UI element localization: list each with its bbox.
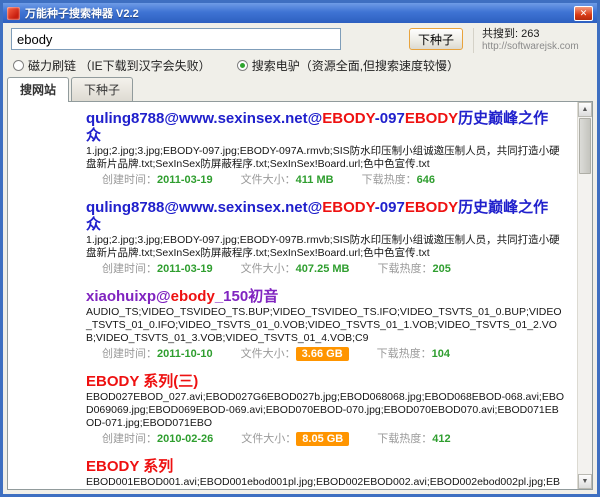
size-label: 文件大小： — [241, 433, 296, 445]
size-label: 文件大小： — [241, 348, 296, 360]
result-meta: 创建时间：2010-02-26 文件大小：8.05 GB 下载热度：412 — [86, 432, 565, 446]
result-title-link[interactable]: EBODY 系列 — [86, 458, 565, 475]
result-item: EBODY 系列(三) EBOD027EBOD_027.avi;EBOD027G… — [86, 373, 565, 446]
size-value: 8.05 GB — [296, 432, 349, 446]
created-label: 创建时间： — [102, 174, 157, 186]
result-meta: 创建时间：2011-10-10 文件大小：3.66 GB 下载热度：104 — [86, 347, 565, 361]
result-description: 1.jpg;2.jpg;3.jpg;EBODY-097.jpg;EBODY-09… — [86, 234, 565, 260]
tab-search-site[interactable]: 搜网站 — [7, 77, 69, 102]
search-mode-options: 磁力刷链 （IE下载到汉字会失败） 搜索电驴（资源全面,但搜索速度较慢） — [3, 55, 597, 75]
scrollbar-track[interactable] — [578, 117, 592, 474]
result-title-link[interactable]: EBODY 系列(三) — [86, 373, 565, 390]
created-value: 2011-03-19 — [157, 263, 213, 275]
scroll-down-icon[interactable]: ▼ — [578, 474, 592, 489]
created-label: 创建时间： — [102, 433, 157, 445]
heat-value: 104 — [432, 348, 450, 360]
heat-value: 646 — [417, 174, 435, 186]
heat-label: 下载热度： — [377, 263, 432, 275]
scroll-up-icon[interactable]: ▲ — [578, 102, 592, 117]
download-torrent-button[interactable]: 下种子 — [409, 28, 463, 50]
created-label: 创建时间： — [102, 348, 157, 360]
result-item: quling8788@www.sexinsex.net@EBODY-097EBO… — [86, 199, 565, 276]
size-value: 3.66 GB — [296, 347, 349, 361]
heat-value: 205 — [432, 263, 450, 275]
radio-circle-icon[interactable] — [13, 60, 24, 71]
toolbar: 下种子 共搜到: 263 http://softwarejsk.com — [3, 23, 597, 55]
result-description: 1.jpg;2.jpg;3.jpg;EBODY-097.jpg;EBODY-09… — [86, 145, 565, 171]
size-label: 文件大小： — [241, 263, 296, 275]
result-count: 共搜到: 263 — [482, 28, 539, 41]
stats-block: 共搜到: 263 http://softwarejsk.com — [473, 28, 591, 53]
created-value: 2011-10-10 — [157, 348, 213, 360]
result-title-link[interactable]: quling8788@www.sexinsex.net@EBODY-097EBO… — [86, 199, 565, 233]
heat-value: 412 — [432, 433, 450, 445]
created-label: 创建时间： — [102, 263, 157, 275]
site-url: http://softwarejsk.com — [482, 41, 579, 53]
result-item: quling8788@www.sexinsex.net@EBODY-097EBO… — [86, 110, 565, 187]
radio-magnet[interactable]: 磁力刷链 （IE下载到汉字会失败） — [13, 57, 211, 74]
radio-magnet-label: 磁力刷链 （IE下载到汉字会失败） — [28, 57, 211, 74]
result-title-link[interactable]: quling8788@www.sexinsex.net@EBODY-097EBO… — [86, 110, 565, 144]
radio-circle-icon[interactable] — [237, 60, 248, 71]
results-panel: quling8788@www.sexinsex.net@EBODY-097EBO… — [7, 101, 593, 490]
size-label: 文件大小： — [241, 174, 296, 186]
heat-label: 下载热度： — [362, 174, 417, 186]
size-value: 407.25 MB — [296, 263, 350, 275]
search-input[interactable] — [11, 28, 341, 50]
result-meta: 创建时间：2011-03-19 文件大小：407.25 MB 下载热度：205 — [86, 262, 565, 276]
radio-emule-label: 搜索电驴（资源全面,但搜索速度较慢） — [252, 57, 459, 74]
tab-strip: 搜网站 下种子 — [3, 75, 597, 101]
radio-emule[interactable]: 搜索电驴（资源全面,但搜索速度较慢） — [237, 57, 459, 74]
close-icon[interactable]: ✕ — [574, 6, 593, 21]
result-meta: 创建时间：2011-03-19 文件大小：411 MB 下载热度：646 — [86, 173, 565, 187]
app-window: 万能种子搜索神器 V2.2 ✕ 下种子 共搜到: 263 http://soft… — [0, 0, 600, 497]
tab-download-torrent[interactable]: 下种子 — [71, 77, 133, 101]
window-title: 万能种子搜索神器 V2.2 — [25, 5, 574, 21]
size-value: 411 MB — [296, 174, 334, 186]
scrollbar-thumb[interactable] — [579, 118, 591, 174]
result-description: AUDIO_TS;VIDEO_TSVIDEO_TS.BUP;VIDEO_TSVI… — [86, 306, 565, 345]
result-description: EBOD001EBOD001.avi;EBOD001ebod001pl.jpg;… — [86, 476, 565, 489]
result-item: xiaohuixp@ebody_150初音 AUDIO_TS;VIDEO_TSV… — [86, 288, 565, 361]
result-item: EBODY 系列 EBOD001EBOD001.avi;EBOD001ebod0… — [86, 458, 565, 489]
result-title-link[interactable]: xiaohuixp@ebody_150初音 — [86, 288, 565, 305]
heat-label: 下载热度： — [377, 348, 432, 360]
vertical-scrollbar[interactable]: ▲ ▼ — [577, 102, 592, 489]
title-bar[interactable]: 万能种子搜索神器 V2.2 ✕ — [3, 3, 597, 23]
app-icon — [7, 7, 20, 20]
results-list: quling8788@www.sexinsex.net@EBODY-097EBO… — [8, 102, 577, 489]
result-description: EBOD027EBOD_027.avi;EBOD027G6EBOD027b.jp… — [86, 391, 565, 430]
heat-label: 下载热度： — [377, 433, 432, 445]
created-value: 2010-02-26 — [157, 433, 213, 445]
created-value: 2011-03-19 — [157, 174, 213, 186]
